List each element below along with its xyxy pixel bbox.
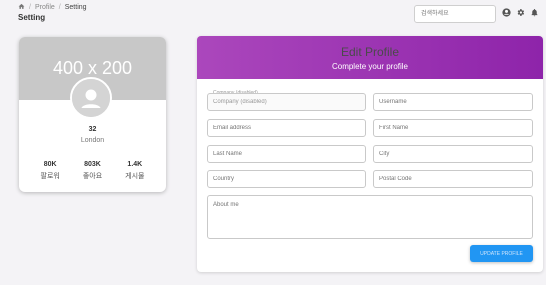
edit-profile-title: Edit Profile — [340, 45, 400, 59]
profile-stats: 80K 팔로워 803K 좋아요 1.4K 게시물 — [19, 161, 166, 181]
home-icon[interactable] — [18, 3, 25, 12]
breadcrumb-item-profile[interactable]: Profile — [35, 4, 55, 11]
stat-value: 803K — [84, 161, 101, 168]
last-name-field[interactable] — [207, 145, 366, 163]
stat-likes: 803K 좋아요 — [83, 161, 102, 181]
update-profile-button[interactable]: Update Profile — [470, 245, 533, 262]
cover-placeholder-text: 400 x 200 — [52, 58, 133, 78]
postal-code-field[interactable] — [373, 170, 533, 188]
search-input[interactable] — [414, 5, 496, 23]
header-icons — [502, 8, 539, 17]
notifications-icon[interactable] — [530, 8, 539, 17]
email-field[interactable] — [207, 119, 366, 137]
avatar-person-icon — [72, 79, 110, 117]
profile-card: 400 x 200 32 London 80K 팔로워 803K 좋아요 1.4… — [19, 37, 166, 192]
username-field[interactable] — [373, 93, 533, 111]
settings-icon[interactable] — [516, 8, 525, 17]
stat-posts: 1.4K 게시물 — [125, 161, 144, 181]
edit-profile-header: Edit Profile Complete your profile — [197, 36, 543, 79]
company-field — [207, 93, 366, 111]
stat-label: 좋아요 — [82, 173, 103, 180]
stat-label: 팔로워 — [40, 173, 60, 180]
page-title: Setting — [18, 13, 46, 22]
city-field[interactable] — [373, 145, 533, 163]
breadcrumb: / Profile / Setting — [18, 3, 87, 12]
breadcrumb-item-setting: Setting — [64, 4, 87, 11]
breadcrumb-separator: / — [58, 4, 61, 11]
first-name-field[interactable] — [373, 119, 533, 137]
avatar — [70, 77, 112, 119]
country-field[interactable] — [207, 170, 366, 188]
account-icon[interactable] — [502, 8, 511, 17]
profile-location: London — [80, 137, 105, 144]
stat-followers: 80K 팔로워 — [41, 161, 60, 181]
stat-label: 게시물 — [125, 173, 145, 180]
breadcrumb-separator: / — [29, 4, 31, 11]
profile-name: 32 — [88, 126, 97, 133]
about-me-field[interactable] — [207, 195, 533, 239]
stat-value: 80K — [43, 161, 57, 168]
edit-profile-subtitle: Complete your profile — [331, 62, 409, 71]
stat-value: 1.4K — [127, 161, 143, 168]
